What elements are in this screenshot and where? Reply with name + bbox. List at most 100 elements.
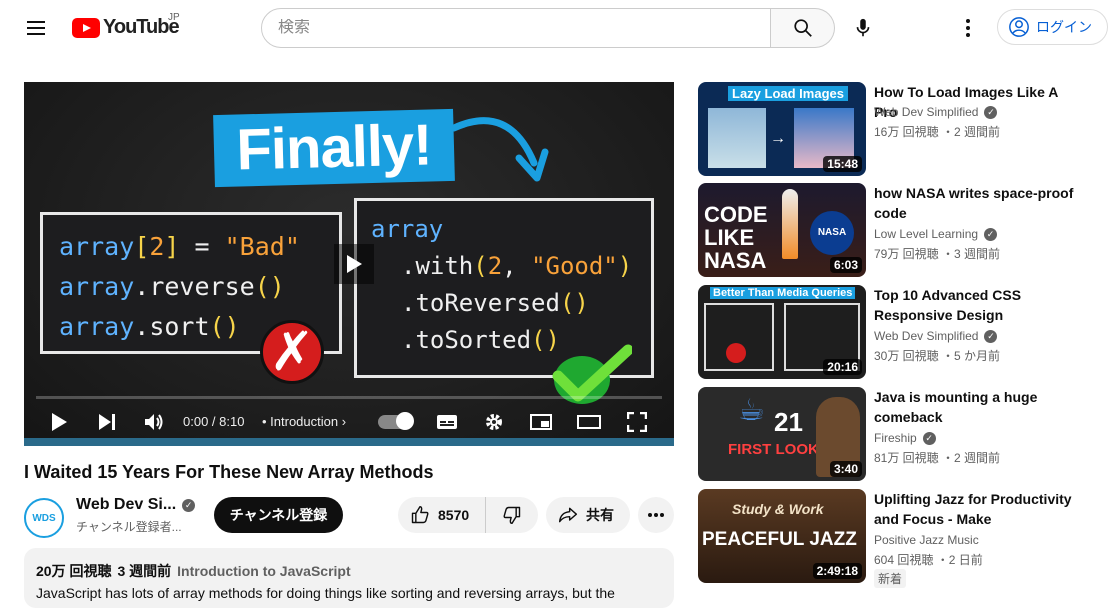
code-line: .toReversed() xyxy=(401,289,589,317)
recommended-video[interactable]: Study & Work PEACEFUL JAZZ 2:49:18 Uplif… xyxy=(698,489,1098,588)
code-line: array xyxy=(371,215,444,243)
like-dislike-group: 8570 xyxy=(398,497,538,533)
share-label: 共有 xyxy=(586,507,614,523)
upload-date: 3 週間前 xyxy=(117,563,172,579)
more-horizontal-icon xyxy=(648,513,664,517)
recommended-channel[interactable]: Positive Jazz Music xyxy=(874,533,979,547)
recommended-stats: 604 回視聴 ・2 日前 xyxy=(874,553,983,567)
gear-icon xyxy=(486,414,502,430)
theater-mode-button[interactable] xyxy=(576,406,602,438)
recommended-video[interactable]: Better Than Media Queries 20:16 Top 10 A… xyxy=(698,285,1098,379)
mute-button[interactable] xyxy=(141,406,167,438)
video-thumbnail[interactable]: CODE LIKE NASA NASA 6:03 xyxy=(698,183,866,277)
like-count: 8570 xyxy=(438,507,470,523)
recommended-video[interactable]: ☕ 21 FIRST LOOK 3:40 Java is mounting a … xyxy=(698,387,1098,481)
verified-check-icon: ✓ xyxy=(984,106,998,119)
miniplayer-icon xyxy=(530,414,552,430)
video-thumbnail[interactable]: ☕ 21 FIRST LOOK 3:40 xyxy=(698,387,866,481)
video-duration: 3:40 xyxy=(829,461,862,477)
video-thumbnail[interactable]: Better Than Media Queries 20:16 xyxy=(698,285,866,379)
description-meta: 20万 回視聴 3 週間前 Introduction to JavaScript xyxy=(36,561,662,581)
settings-button[interactable] xyxy=(481,406,507,438)
recommended-stats: 30万 回視聴 ・5 か月前 xyxy=(874,349,1001,363)
recommended-channel[interactable]: Low Level Learning ✓ xyxy=(874,227,998,241)
search-icon xyxy=(793,19,812,37)
subscriber-count: チャンネル登録者... xyxy=(76,520,182,534)
video-thumbnail[interactable]: Lazy Load Images → 15:48 xyxy=(698,82,866,176)
dislike-button[interactable] xyxy=(486,497,538,533)
description-text: JavaScript has lots of array methods for… xyxy=(36,585,615,601)
recommended-channel[interactable]: Web Dev Simplified ✓ xyxy=(874,329,998,343)
youtube-logo[interactable]: YouTube xyxy=(72,16,180,39)
channel-name-link[interactable]: Web Dev Si... ✓ xyxy=(76,496,196,514)
microphone-icon xyxy=(856,18,870,37)
subscribe-button[interactable]: チャンネル登録 xyxy=(214,497,343,533)
subtitles-icon xyxy=(437,415,457,429)
more-vertical-icon xyxy=(966,19,970,37)
progress-bar[interactable] xyxy=(36,396,662,399)
autoplay-toggle[interactable] xyxy=(378,412,414,430)
description-hashtag[interactable]: Introduction to JavaScript xyxy=(177,563,350,579)
verified-check-icon: ✓ xyxy=(984,330,998,343)
thumbs-down-icon xyxy=(503,506,521,525)
new-badge: 新着 xyxy=(874,569,907,588)
description-box[interactable]: 20万 回視聴 3 週間前 Introduction to JavaScript J… xyxy=(24,548,674,608)
recommended-title[interactable]: Java is mounting a huge comeback xyxy=(874,387,1074,427)
thumbnail-caption: Lazy Load Images xyxy=(728,86,848,101)
code-line: array.reverse() xyxy=(59,272,285,301)
fullscreen-button[interactable] xyxy=(624,406,650,438)
time-display: 0:00 / 8:10 xyxy=(183,414,245,429)
subtitles-button[interactable] xyxy=(434,406,460,438)
next-button[interactable] xyxy=(94,406,120,438)
arrow-right-icon: → xyxy=(770,130,786,147)
chapter-title[interactable]: • Introduction › xyxy=(262,414,346,429)
search-input[interactable] xyxy=(278,19,754,37)
thumbnail-caption: FIRST LOOK xyxy=(728,441,819,458)
recommended-channel[interactable]: Web Dev Simplified ✓ xyxy=(874,105,998,119)
video-duration: 20:16 xyxy=(823,359,862,375)
play-icon xyxy=(347,255,362,273)
recommended-title[interactable]: Uplifting Jazz for Productivity and Focu… xyxy=(874,489,1074,529)
recommended-title[interactable]: Top 10 Advanced CSS Responsive Design Co… xyxy=(874,285,1074,325)
code-line: array[2] = "Bad" xyxy=(59,232,300,261)
cross-mark-icon: ✗ xyxy=(260,320,324,384)
top-bar: YouTube JP ログイン xyxy=(0,0,1109,56)
more-actions-button[interactable] xyxy=(638,497,674,533)
volume-icon xyxy=(145,414,163,430)
fullscreen-icon xyxy=(627,412,647,432)
channel-avatar[interactable]: WDS xyxy=(24,498,64,538)
hamburger-menu-icon[interactable] xyxy=(16,12,56,44)
miniplayer-button[interactable] xyxy=(528,406,554,438)
video-duration: 15:48 xyxy=(823,156,862,172)
recommended-video[interactable]: CODE LIKE NASA NASA 6:03 how NASA writes… xyxy=(698,183,1098,277)
video-duration: 2:49:18 xyxy=(812,563,862,579)
play-button[interactable] xyxy=(46,406,72,438)
like-button[interactable]: 8570 xyxy=(398,497,486,533)
voice-search-button[interactable] xyxy=(843,8,883,48)
thumbnail-headline: Finally! xyxy=(213,108,455,188)
center-play-button[interactable] xyxy=(334,244,374,284)
video-duration: 6:03 xyxy=(829,257,862,273)
recommended-channel[interactable]: Fireship ✓ xyxy=(874,431,936,445)
view-count: 20万 回視聴 xyxy=(36,563,112,579)
code-line: .with(2, "Good") xyxy=(401,252,633,280)
region-code: JP xyxy=(168,12,180,23)
video-title: I Waited 15 Years For These New Array Me… xyxy=(24,462,434,482)
video-player[interactable]: Finally! array[2] = "Bad" array.reverse(… xyxy=(24,82,674,446)
search-box[interactable] xyxy=(261,8,771,48)
theater-icon xyxy=(577,415,601,429)
sign-in-button[interactable]: ログイン xyxy=(997,9,1108,45)
search-button[interactable] xyxy=(771,8,835,48)
recommended-video[interactable]: Lazy Load Images → 15:48 How To Load Ima… xyxy=(698,82,1098,176)
thumbnail-bottom-wave xyxy=(24,438,674,446)
rocket-icon xyxy=(782,189,798,259)
skip-next-icon xyxy=(99,414,115,430)
recommended-stats: 81万 回視聴 ・2 週間前 xyxy=(874,451,1001,465)
sign-in-label: ログイン xyxy=(1036,19,1092,35)
thumbs-up-icon xyxy=(411,505,429,524)
video-thumbnail[interactable]: Study & Work PEACEFUL JAZZ 2:49:18 xyxy=(698,489,866,583)
share-button[interactable]: 共有 xyxy=(546,497,630,533)
thumbnail-subcaption: Study & Work xyxy=(732,501,824,517)
settings-menu-button[interactable] xyxy=(952,8,984,48)
recommended-title[interactable]: how NASA writes space-proof code xyxy=(874,183,1074,223)
